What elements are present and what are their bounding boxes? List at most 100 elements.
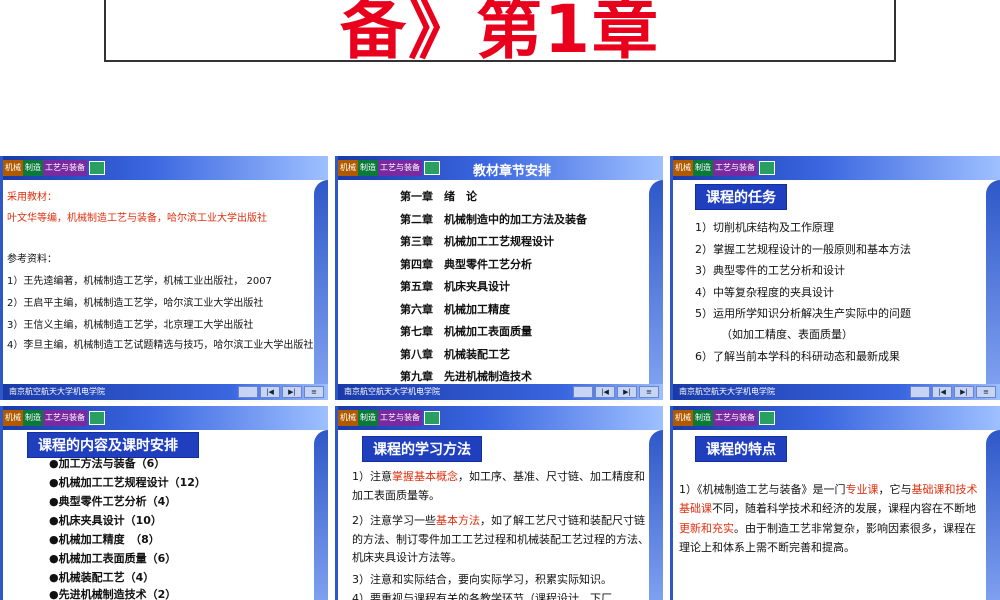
nav-first-button[interactable]: |◀	[260, 386, 280, 398]
method-2-lead: 2）注意学习一些	[352, 514, 436, 527]
content-item-6: ●机械加工表面质量（6）	[49, 552, 177, 565]
brand-icon	[89, 411, 105, 425]
brand-word-2: 制造	[358, 410, 378, 426]
nav-menu-button[interactable]: ≡	[639, 386, 659, 398]
method-item-1: 1）注意掌握基本概念，如工序、基准、尺寸链、加工精度和加工表面质量等。	[352, 468, 652, 505]
feature-text-3: 不同，随着科学技术和经济的发展，课程内容在不断地	[712, 502, 976, 516]
slide-heading: 课程的学习方法	[362, 436, 482, 462]
feature-lead: 1）《机械制造工艺与装备》是一门	[679, 483, 846, 496]
brand-logo: 机械 制造 工艺与装备	[673, 158, 775, 178]
feature-highlight-3: 更新和充实	[679, 521, 734, 535]
slide-side-decoration	[986, 430, 1000, 600]
slide-side-decoration	[649, 180, 663, 384]
chapter-list: 第一章 绪 论 第二章 机械制造中的加工方法及装备 第三章 机械加工工艺规程设计…	[400, 186, 587, 389]
brand-word-3: 工艺与装备	[378, 410, 422, 426]
task-item-2: 2）掌握工艺规程设计的一般原则和基本方法	[695, 243, 911, 256]
brand-word-3: 工艺与装备	[43, 410, 87, 426]
nav-buttons: |◀ ▶| ≡	[573, 386, 659, 398]
slide-textbook[interactable]: 机械 制造 工艺与装备 采用教材： 叶文华等编，机械制造工艺与装备，哈尔滨工业大…	[0, 156, 328, 400]
brand-word-1: 机械	[3, 160, 23, 176]
nav-blank-button[interactable]	[238, 386, 258, 398]
method-item-4: 4）要重视与课程有关的各教学环节（课程设计、下厂	[352, 592, 612, 600]
slide-heading: 教材章节安排	[473, 164, 552, 179]
nav-last-button[interactable]: ▶|	[282, 386, 302, 398]
nav-first-button[interactable]: |◀	[595, 386, 615, 398]
chapter-item: 第七章 机械加工表面质量	[400, 325, 532, 338]
slide-study-methods[interactable]: 机械 制造 工艺与装备 课程的学习方法 1）注意掌握基本概念，如工序、基准、尺寸…	[335, 406, 663, 600]
slide-topbar: 机械 制造 工艺与装备	[3, 406, 328, 430]
slide-side-decoration	[986, 180, 1000, 384]
brand-word-2: 制造	[23, 160, 43, 176]
method-item-3: 3）注意和实际结合，要向实际学习，积累实际知识。	[352, 573, 612, 586]
nav-menu-button[interactable]: ≡	[304, 386, 324, 398]
slide-heading: 课程的特点	[695, 436, 787, 462]
feature-text-2: ，它与	[878, 483, 912, 496]
main-title: 备》第1章	[340, 0, 660, 68]
task-item-4: 4）中等复杂程度的夹具设计	[695, 286, 834, 299]
method-1-highlight: 掌握基本概念	[392, 470, 458, 483]
footer-text: 南京航空航天大学机电学院	[344, 387, 440, 396]
slide-topbar: 机械 制造 工艺与装备	[673, 156, 1000, 180]
task-item-5: 5）运用所学知识分析解决生产实际中的问题	[695, 307, 911, 320]
chapter-item: 第四章 典型零件工艺分析	[400, 257, 532, 271]
brand-logo: 机械 制造 工艺与装备	[338, 408, 440, 428]
slide-topbar: 机械 制造 工艺与装备 教材章节安排	[338, 156, 663, 180]
brand-word-1: 机械	[338, 160, 358, 176]
nav-last-button[interactable]: ▶|	[954, 386, 974, 398]
slide-content-hours[interactable]: 机械 制造 工艺与装备 课程的内容及课时安排 ●加工方法与装备（6） ●机械加工…	[0, 406, 328, 600]
slide-footer: 南京航空航天大学机电学院 |◀ ▶| ≡	[673, 384, 1000, 400]
content-item-7: ●机械装配工艺（4）	[49, 571, 155, 584]
textbook-label: 采用教材：	[7, 192, 57, 203]
content-item-1: ●加工方法与装备（6）	[49, 457, 166, 470]
brand-word-2: 制造	[358, 160, 378, 176]
content-item-4: ●机床夹具设计（10）	[49, 514, 162, 527]
method-1-lead: 1）注意	[352, 470, 392, 483]
brand-icon	[759, 161, 775, 175]
brand-logo: 机械 制造 工艺与装备	[3, 408, 105, 428]
feature-paragraph: 1）《机械制造工艺与装备》是一门专业课，它与基础课和技术基础课不同，随着科学技术…	[679, 480, 979, 557]
chapter-item: 第五章 机床夹具设计	[400, 280, 510, 293]
nav-menu-button[interactable]: ≡	[976, 386, 996, 398]
brand-icon	[424, 411, 440, 425]
task-item-1: 1）切削机床结构及工作原理	[695, 221, 834, 234]
chapter-item: 第一章 绪 论	[400, 190, 477, 203]
slide-features[interactable]: 机械 制造 工艺与装备 课程的特点 1）《机械制造工艺与装备》是一门专业课，它与…	[670, 406, 1000, 600]
brand-icon	[89, 161, 105, 175]
title-banner: 备》第1章	[104, 0, 896, 68]
feature-highlight-1: 专业课	[845, 483, 879, 496]
slide-footer: 南京航空航天大学机电学院 |◀ ▶| ≡	[338, 384, 663, 400]
nav-first-button[interactable]: |◀	[932, 386, 952, 398]
reference-item-1: 1）王先逵编著，机械制造工艺学，机械工业出版社， 2007	[7, 276, 272, 287]
chapter-item: 第六章 机械加工精度	[400, 302, 510, 316]
task-item-3: 3）典型零件的工艺分析和设计	[695, 264, 845, 277]
brand-word-3: 工艺与装备	[713, 410, 757, 426]
reference-item-3: 3）王信义主编，机械制造工艺学，北京理工大学出版社	[7, 320, 254, 331]
slide-chapters[interactable]: 机械 制造 工艺与装备 教材章节安排 第一章 绪 论 第二章 机械制造中的加工方…	[335, 156, 663, 400]
reference-item-2: 2）王启平主编，机械制造工艺学，哈尔滨工业大学出版社	[7, 298, 264, 309]
nav-blank-button[interactable]	[910, 386, 930, 398]
chapter-item: 第二章 机械制造中的加工方法及装备	[400, 212, 587, 226]
brand-icon	[759, 411, 775, 425]
brand-word-1: 机械	[673, 410, 693, 426]
brand-word-2: 制造	[693, 410, 713, 426]
nav-last-button[interactable]: ▶|	[617, 386, 637, 398]
content-item-2: ●机械加工工艺规程设计（12）	[49, 476, 206, 489]
brand-word-1: 机械	[3, 410, 23, 426]
slide-footer: 南京航空航天大学机电学院 |◀ ▶| ≡	[3, 384, 328, 400]
brand-word-1: 机械	[673, 160, 693, 176]
brand-word-1: 机械	[338, 410, 358, 426]
brand-word-2: 制造	[693, 160, 713, 176]
slide-side-decoration	[314, 430, 328, 600]
chapter-item: 第三章 机械加工工艺规程设计	[400, 235, 554, 248]
brand-icon	[424, 161, 440, 175]
content-item-8: ●先进机械制造技术（2）	[49, 588, 177, 600]
nav-blank-button[interactable]	[573, 386, 593, 398]
textbook-text: 叶文华等编，机械制造工艺与装备，哈尔滨工业大学出版社	[7, 213, 267, 224]
slide-heading: 课程的任务	[695, 184, 787, 210]
footer-text: 南京航空航天大学机电学院	[679, 387, 775, 396]
brand-word-2: 制造	[23, 410, 43, 426]
slide-tasks[interactable]: 机械 制造 工艺与装备 课程的任务 1）切削机床结构及工作原理 2）掌握工艺规程…	[670, 156, 1000, 400]
brand-word-3: 工艺与装备	[43, 160, 87, 176]
nav-buttons: |◀ ▶| ≡	[238, 386, 324, 398]
method-2-highlight: 基本方法	[436, 514, 480, 527]
